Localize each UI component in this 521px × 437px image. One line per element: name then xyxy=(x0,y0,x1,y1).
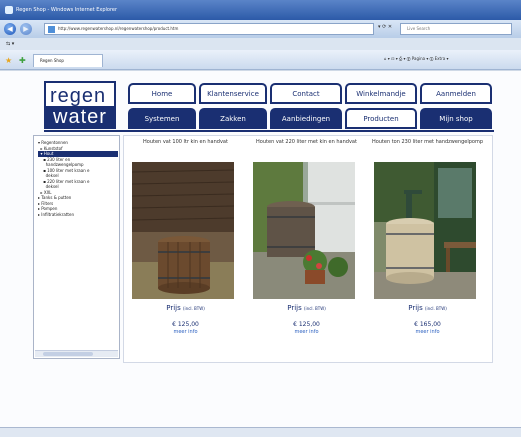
menu-toggle[interactable]: ⇆ ▾ xyxy=(6,41,14,47)
search-input[interactable]: Live Search xyxy=(400,23,512,35)
favorites-star-icon[interactable]: ★ xyxy=(5,56,12,65)
nav-aanmelden[interactable]: Aanmelden xyxy=(420,83,492,104)
nav-home[interactable]: Home xyxy=(128,83,196,104)
product-name[interactable]: Houten ton 230 liter met handzwengelpomp xyxy=(370,139,485,145)
back-icon[interactable]: ◀ xyxy=(4,23,16,35)
more-info-link[interactable]: meer info xyxy=(128,329,243,335)
product-name[interactable]: Houten vat 100 ltr kin en handvat xyxy=(128,139,243,145)
page-favicon-icon xyxy=(48,26,55,33)
logo-line-1: regen xyxy=(50,85,107,107)
product-name[interactable]: Houten vat 220 liter met kin en handvat xyxy=(249,139,364,145)
nav-underline xyxy=(44,130,494,132)
browser-tab-title: Regen Shop xyxy=(40,58,64,63)
product-photo[interactable] xyxy=(253,162,355,299)
ie-icon xyxy=(5,6,13,14)
more-info-link[interactable]: meer info xyxy=(249,329,364,335)
window-title: Regen Shop - Windows Internet Explorer xyxy=(16,7,118,13)
product-price: € 125,00 xyxy=(172,321,199,328)
more-info-link[interactable]: meer info xyxy=(370,329,485,335)
product-price: € 165,00 xyxy=(414,321,441,328)
menu-row: ⇆ ▾ xyxy=(0,38,521,50)
add-favorite-icon[interactable]: ✚ xyxy=(19,56,26,65)
tree-item[interactable]: ▸ Infiltratiekratten xyxy=(38,212,118,218)
nav-aanbiedingen[interactable]: Aanbiedingen xyxy=(270,108,342,129)
nav-producten[interactable]: Producten xyxy=(345,108,417,129)
price-label: Prijs (incl. BTW) xyxy=(166,304,205,312)
browser-tab[interactable]: Regen Shop xyxy=(33,54,103,67)
logo-line-2: water xyxy=(46,106,114,129)
product-grid: Houten vat 100 ltr kin en handvat Prijs … xyxy=(123,135,493,363)
web-page: regen water Home Klantenservice Contact … xyxy=(0,71,521,437)
status-bar xyxy=(0,427,521,437)
price-label: Prijs (incl. BTW) xyxy=(287,304,326,312)
command-bar[interactable]: ⌂ ▾ ⊡ ▾ ⎙ ▾ ⓟ Pagina ▾ ⓧ Extra ▾ xyxy=(384,56,448,61)
nav-winkelmandje[interactable]: Winkelmandje xyxy=(345,83,417,104)
url-text: http://www.regenwatershop.nl/regenwaters… xyxy=(58,26,179,31)
nav-systemen[interactable]: Systemen xyxy=(128,108,196,129)
regenwater-logo[interactable]: regen water xyxy=(44,81,116,129)
nav-contact[interactable]: Contact xyxy=(270,83,342,104)
category-tree: ▾ Regentonnen ▸ Kunststof ▾ Hout ▪ 230 l… xyxy=(38,140,118,217)
product-photo[interactable] xyxy=(132,162,234,299)
nav-zakken[interactable]: Zakken xyxy=(199,108,267,129)
title-bar: Regen Shop - Windows Internet Explorer xyxy=(0,0,521,20)
favorites-bar: ★ ✚ Regen Shop ⌂ ▾ ⊡ ▾ ⎙ ▾ ⓟ Pagina ▾ ⓧ … xyxy=(0,50,521,70)
forward-icon[interactable]: ▶ xyxy=(20,23,32,35)
price-label: Prijs (incl. BTW) xyxy=(408,304,447,312)
search-placeholder: Live Search xyxy=(407,26,431,31)
sidebar-scrollbar[interactable] xyxy=(35,350,118,357)
refresh-stop-icons[interactable]: ▾ ⟳ ✕ xyxy=(378,24,392,30)
url-field[interactable]: http://www.regenwatershop.nl/regenwaters… xyxy=(44,23,374,35)
product-price: € 125,00 xyxy=(293,321,320,328)
nav-klantenservice[interactable]: Klantenservice xyxy=(199,83,267,104)
address-bar: ◀ ▶ http://www.regenwatershop.nl/regenwa… xyxy=(0,20,521,38)
nav-mijn-shop[interactable]: Mijn shop xyxy=(420,108,492,129)
category-sidebar: ▾ Regentonnen ▸ Kunststof ▾ Hout ▪ 230 l… xyxy=(33,135,120,359)
product-photo[interactable] xyxy=(374,162,476,299)
